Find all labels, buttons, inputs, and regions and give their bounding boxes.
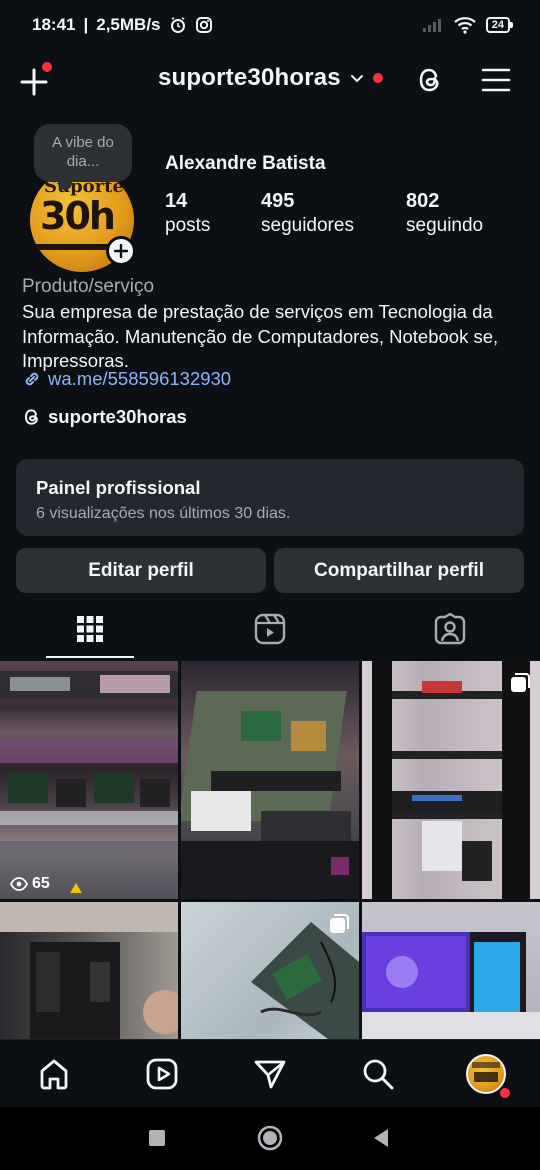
account-switcher[interactable]: suporte30horas (158, 64, 383, 92)
menu-button[interactable] (476, 60, 516, 100)
profile-header: suporte30horas (0, 52, 540, 108)
profile-bio: Sua empresa de prestação de serviços em … (22, 301, 499, 371)
stat-label: seguindo (406, 215, 484, 236)
reel-views: 65 (10, 875, 50, 893)
post-image (181, 691, 359, 899)
stat-value: 14 (165, 190, 188, 212)
home-circle-icon[interactable] (257, 1125, 283, 1151)
stat-label: posts (165, 215, 211, 236)
threads-badge[interactable]: suporte30horas (22, 406, 187, 428)
threads-icon (24, 409, 38, 425)
nav-home[interactable] (32, 1052, 76, 1096)
signal-icon (422, 19, 441, 32)
eye-icon (10, 877, 28, 891)
nav-search[interactable] (356, 1052, 400, 1096)
post-thumbnail[interactable] (0, 902, 178, 1039)
carousel-icon (330, 914, 349, 933)
chevron-down-icon (350, 75, 363, 83)
add-story-button[interactable] (106, 236, 136, 266)
avatar-logo-text-main: 30h (40, 194, 116, 238)
tab-active-indicator (46, 656, 134, 658)
stat-following[interactable]: 802 seguindo (406, 189, 483, 239)
edit-profile-button[interactable]: Editar perfil (16, 548, 266, 593)
nav-direct[interactable] (248, 1052, 292, 1096)
tab-tagged[interactable] (360, 600, 540, 658)
post-thumbnail[interactable]: 65 (0, 661, 178, 899)
status-separator: | (83, 15, 89, 34)
nav-reels[interactable] (140, 1052, 184, 1096)
carousel-icon (511, 673, 530, 692)
bottom-navigation (0, 1039, 540, 1107)
reels-icon (146, 1058, 178, 1090)
panel-subtitle: 6 visualizações nos últimos 30 dias. (36, 505, 291, 522)
nav-profile[interactable] (464, 1052, 510, 1098)
home-icon (40, 1059, 68, 1090)
account-notification-dot (372, 73, 383, 83)
status-time: 18:41 (32, 15, 76, 34)
threads-button[interactable] (410, 60, 450, 100)
header-username: suporte30horas (158, 64, 341, 91)
post-thumbnail[interactable] (181, 661, 359, 899)
profile-note[interactable]: A vibe do dia... (34, 124, 132, 190)
instagram-notification-icon (195, 17, 212, 33)
panel-title: Painel profissional (36, 477, 201, 498)
profile-full-name: Alexandre Batista (165, 153, 326, 174)
send-icon (254, 1060, 286, 1089)
post-thumbnail[interactable] (362, 661, 540, 899)
profile-link-text: wa.me/558596132930 (48, 368, 232, 389)
tab-grid[interactable] (0, 600, 180, 658)
recents-icon[interactable] (148, 1129, 166, 1147)
post-image (0, 902, 178, 1039)
profile-category: Produto/serviço (22, 276, 155, 297)
profile-notification-dot (500, 1088, 510, 1098)
status-bar: 18:41 | 2,5MB/s 24 (0, 0, 540, 50)
tagged-icon (434, 613, 466, 645)
post-thumbnail[interactable] (181, 902, 359, 1039)
stat-value: 495 (261, 190, 295, 212)
reel-views-count: 65 (32, 875, 50, 892)
stat-followers[interactable]: 495 seguidores (261, 189, 354, 239)
professional-dashboard[interactable]: Painel profissional 6 visualizações nos … (16, 459, 524, 536)
avatar-logo-image (472, 1062, 500, 1082)
battery-icon: 24 (485, 17, 514, 33)
hamburger-menu-icon (481, 68, 511, 92)
post-image (0, 671, 178, 899)
stat-label: seguidores (261, 215, 354, 236)
search-icon (363, 1059, 394, 1090)
grid-icon (77, 616, 103, 642)
wifi-icon (454, 17, 476, 34)
link-icon (25, 372, 39, 386)
status-right: 24 (422, 16, 514, 34)
profile-link[interactable]: wa.me/558596132930 (22, 368, 231, 390)
tab-reels[interactable] (180, 600, 360, 658)
share-profile-button[interactable]: Compartilhar perfil (274, 548, 524, 593)
stat-posts[interactable]: 14 posts (165, 189, 210, 239)
posts-grid: 65 (0, 661, 540, 1039)
notification-dot (42, 62, 52, 72)
plus-icon (114, 244, 128, 258)
threads-icon (419, 68, 439, 92)
post-image (372, 661, 530, 899)
stat-value: 802 (406, 190, 440, 212)
profile-avatar-small (466, 1054, 506, 1094)
post-thumbnail[interactable] (362, 902, 540, 1039)
back-icon[interactable] (372, 1128, 390, 1148)
create-button[interactable] (14, 62, 54, 102)
profile-tabs (0, 600, 540, 660)
alarm-icon (170, 17, 185, 33)
reels-icon (254, 613, 286, 645)
system-navigation-bar (0, 1107, 540, 1170)
status-left: 18:41 | 2,5MB/s (32, 15, 213, 35)
threads-handle: suporte30horas (48, 406, 187, 427)
status-network-speed: 2,5MB/s (96, 15, 161, 34)
post-image (362, 932, 540, 1039)
profile-avatar-wrap[interactable]: Suporte 30h (30, 168, 136, 272)
